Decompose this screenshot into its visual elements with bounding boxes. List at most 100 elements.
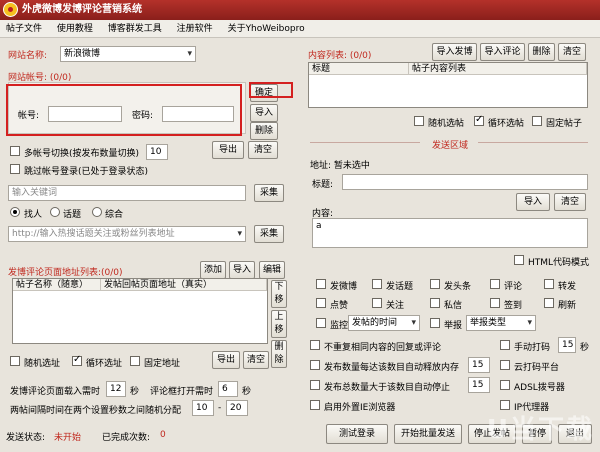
multi-switch-checkbox[interactable] xyxy=(10,146,20,156)
clear-send-button[interactable]: 清空 xyxy=(554,193,586,211)
export-url-button[interactable]: 导出 xyxy=(212,351,240,369)
menu-bar: 帖子文件 使用教程 博客群发工具 注册软件 关于YhoWeibopro xyxy=(0,20,600,38)
content-table[interactable]: 标题 帖子内容列表 xyxy=(308,62,588,108)
random-post-label: 随机选帖 xyxy=(428,119,465,129)
random-url-checkbox[interactable] xyxy=(10,356,20,366)
radio-people-label: 找人 xyxy=(24,210,43,220)
loop-url-checkbox[interactable] xyxy=(72,354,82,366)
check-message[interactable] xyxy=(430,298,440,308)
radio-people[interactable] xyxy=(10,207,20,217)
radio-topic[interactable] xyxy=(50,207,60,217)
release-mem-checkbox[interactable] xyxy=(310,360,320,370)
multi-value-input[interactable]: 10 xyxy=(146,144,168,160)
load-time-input[interactable]: 12 xyxy=(106,381,126,397)
clear-url-button[interactable]: 清空 xyxy=(243,351,269,369)
interval-max-input[interactable]: 20 xyxy=(226,400,248,416)
cloud-captcha-checkbox[interactable] xyxy=(500,360,510,370)
no-repeat-checkbox[interactable] xyxy=(310,340,320,350)
check-follow-label: 关注 xyxy=(386,301,405,311)
content-col-list: 帖子内容列表 xyxy=(409,63,587,75)
move-up-button[interactable]: 上移 xyxy=(271,310,287,338)
check-weibo[interactable] xyxy=(316,279,326,289)
test-login-button[interactable]: 测试登录 xyxy=(326,424,388,444)
report-checkbox[interactable] xyxy=(430,318,440,328)
comment-time-label: 评论框打开需时 xyxy=(150,387,214,397)
url-select[interactable]: http://输入热搜话题关注或粉丝列表地址 xyxy=(8,226,246,242)
edit-url-button[interactable]: 编辑 xyxy=(259,261,285,279)
random-post-checkbox[interactable] xyxy=(414,116,424,126)
start-send-button[interactable]: 开始批量发送 xyxy=(394,424,462,444)
divider xyxy=(310,142,420,143)
check-refresh[interactable] xyxy=(544,298,554,308)
import-url-button[interactable]: 导入 xyxy=(229,261,255,279)
html-mode-checkbox[interactable] xyxy=(514,255,524,265)
menu-tutorial[interactable]: 使用教程 xyxy=(57,24,93,34)
monitor-select[interactable]: 发帖的时间 xyxy=(348,315,420,331)
watermark: U当下载 xyxy=(486,415,594,445)
release-mem-label: 发布数量每达该数目自动释放内存 xyxy=(324,363,460,373)
send-area-title: 发送区域 xyxy=(432,141,469,151)
import-post-button[interactable]: 导入发博 xyxy=(432,43,477,61)
move-down-button[interactable]: 下移 xyxy=(271,280,287,308)
import-account-button[interactable]: 导入 xyxy=(250,104,278,122)
manual-captcha-checkbox[interactable] xyxy=(500,340,510,350)
import-send-button[interactable]: 导入 xyxy=(516,193,550,211)
auto-stop-input[interactable]: 15 xyxy=(468,377,490,393)
collect-button[interactable]: 采集 xyxy=(254,184,284,202)
ext-ie-checkbox[interactable] xyxy=(310,400,320,410)
release-mem-input[interactable]: 15 xyxy=(468,357,490,373)
report-select[interactable]: 举报类型 xyxy=(466,315,536,331)
check-forward[interactable] xyxy=(544,279,554,289)
check-like[interactable] xyxy=(316,298,326,308)
title-bar: 外虎微博发博评论营销系统 xyxy=(0,0,600,20)
comment-time-input[interactable]: 6 xyxy=(218,381,238,397)
highlight-box xyxy=(249,82,293,98)
delete-content-button[interactable]: 删除 xyxy=(528,43,555,61)
menu-about[interactable]: 关于YhoWeibopro xyxy=(228,24,305,34)
delete-url-button[interactable]: 删除 xyxy=(271,340,287,368)
check-topic[interactable] xyxy=(372,279,382,289)
delete-account-button[interactable]: 删除 xyxy=(250,122,278,140)
check-comment[interactable] xyxy=(490,279,500,289)
add-url-button[interactable]: 添加 xyxy=(200,261,226,279)
check-signin-label: 签到 xyxy=(504,301,523,311)
fixed-url-checkbox[interactable] xyxy=(130,356,140,366)
content-textarea[interactable]: a xyxy=(312,218,588,248)
highlight-box xyxy=(6,84,242,136)
menu-blog-tool[interactable]: 博客群发工具 xyxy=(108,24,162,34)
monitor-checkbox[interactable] xyxy=(316,318,326,328)
clear-account-button[interactable]: 清空 xyxy=(248,141,278,159)
export-account-button[interactable]: 导出 xyxy=(212,141,244,159)
done-value: 0 xyxy=(160,430,166,440)
skip-login-checkbox[interactable] xyxy=(10,164,20,174)
check-forward-label: 转发 xyxy=(558,282,577,292)
adsl-checkbox[interactable] xyxy=(500,380,510,390)
auto-stop-checkbox[interactable] xyxy=(310,380,320,390)
check-refresh-label: 刷新 xyxy=(558,301,577,311)
check-follow[interactable] xyxy=(372,298,382,308)
loop-post-label: 循环选帖 xyxy=(488,119,525,129)
send-title-label: 标题: xyxy=(312,180,334,190)
done-label: 已完成次数: xyxy=(102,433,151,443)
check-topic-label: 发话题 xyxy=(386,282,414,292)
menu-file[interactable]: 帖子文件 xyxy=(6,24,42,34)
comment-sec-label: 秒 xyxy=(242,387,252,397)
check-signin[interactable] xyxy=(490,298,500,308)
interval-min-input[interactable]: 10 xyxy=(192,400,214,416)
manual-captcha-input[interactable]: 15 xyxy=(558,337,576,353)
load-time-label: 发博评论页面载入需时 xyxy=(10,387,101,397)
check-headline[interactable] xyxy=(430,279,440,289)
keyword-input[interactable]: 输入关键词 xyxy=(8,185,246,201)
clear-content-button[interactable]: 清空 xyxy=(558,43,586,61)
url-col-address: 发帖回帖页面地址（真实） xyxy=(101,279,267,291)
import-comment-button[interactable]: 导入评论 xyxy=(480,43,525,61)
adsl-label: ADSL拨号器 xyxy=(514,383,565,393)
radio-all[interactable] xyxy=(92,207,102,217)
loop-post-checkbox[interactable] xyxy=(474,114,484,126)
collect2-button[interactable]: 采集 xyxy=(254,225,284,243)
fixed-post-checkbox[interactable] xyxy=(532,116,542,126)
send-title-input[interactable] xyxy=(342,174,588,190)
site-select[interactable]: 新浪微博 xyxy=(60,46,196,62)
menu-register[interactable]: 注册软件 xyxy=(177,24,213,34)
url-table[interactable]: 帖子名称（随意） 发帖回帖页面地址（真实） xyxy=(12,278,268,344)
